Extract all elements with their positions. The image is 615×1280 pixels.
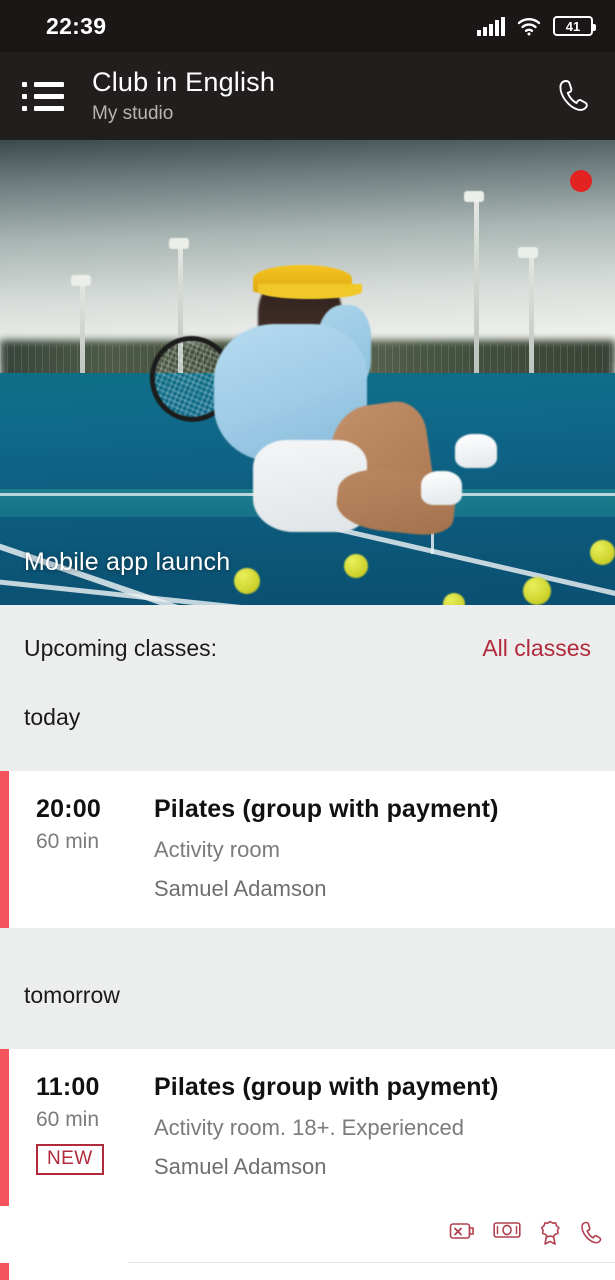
battery-icon: 41 [553,16,596,36]
schedule-list: today 20:00 60 min Pilates (group with paym… [0,662,615,1280]
hero-lamp [464,191,485,203]
class-card[interactable]: 11:00 60 min NEW Pilates (group with paymen… [0,1049,615,1206]
hero-player [137,256,497,563]
class-time: 20:00 [36,795,101,823]
hero-lamp [70,274,91,286]
class-room: Activity room. 18+. Experienced [154,1115,464,1140]
class-title: Pilates (group with payment) [154,795,499,823]
battery-level: 41 [565,18,581,34]
status-icons: 41 [477,16,596,36]
status-badge: NEW [36,1144,104,1175]
day-header-tomorrow: tomorrow [0,940,615,1049]
class-details: Pilates (group with payment) Activity roo… [150,1073,593,1180]
hero-status-dot [570,170,592,192]
status-time: 22:39 [46,12,107,39]
class-time-block: 20:00 60 min [22,795,150,902]
section-separator [0,928,615,940]
class-room: Activity room [154,837,280,862]
class-accent-bar [0,771,9,928]
class-time-block: 11:00 60 min NEW [22,1073,150,1180]
class-accent-bar [0,1049,9,1206]
award-ribbon-icon[interactable] [539,1220,561,1246]
app-screen: 22:39 41 Club in English My studio Mobil… [0,0,615,1280]
upcoming-classes-header: Upcoming classes: All classes [0,605,615,662]
class-card[interactable]: 20:0060 minPilates (group with payment) [0,1263,615,1280]
wifi-icon [517,17,541,36]
status-bar: 22:39 41 [0,0,615,52]
phone-icon[interactable] [553,75,595,117]
hero-pole [473,195,479,401]
hero-banner[interactable]: Mobile app launch [0,140,615,605]
class-accent-bar [0,1263,9,1280]
class-coach: Samuel Adamson [154,1154,327,1179]
class-coach: Samuel Adamson [154,876,327,901]
class-title: Pilates (group with payment) [154,1073,499,1101]
list-menu-icon[interactable] [22,76,68,116]
hero-caption: Mobile app launch [24,548,231,576]
day-header-today: today [0,662,615,771]
phone-icon[interactable] [579,1220,603,1246]
class-duration: 60 min [36,1108,100,1131]
app-bar: Club in English My studio [0,52,615,140]
cash-payment-icon[interactable] [493,1220,521,1246]
signal-bars-icon [477,16,505,36]
page-title: Club in English [92,67,276,98]
hero-lamp [169,237,190,249]
class-time: 11:00 [36,1073,100,1101]
class-duration: 60 min [36,830,100,853]
page-subtitle: My studio [92,102,174,124]
card-no-payment-icon[interactable] [449,1220,475,1246]
class-card[interactable]: 20:00 60 min Pilates (group with payment) A… [0,771,615,928]
upcoming-classes-label: Upcoming classes: [24,635,218,661]
class-icon-row [0,1220,615,1246]
class-details: Pilates (group with payment) Activity roo… [150,795,593,902]
all-classes-link[interactable]: All classes [482,635,591,662]
hero-lamp [518,246,539,258]
app-bar-titles: Club in English My studio [92,67,553,124]
